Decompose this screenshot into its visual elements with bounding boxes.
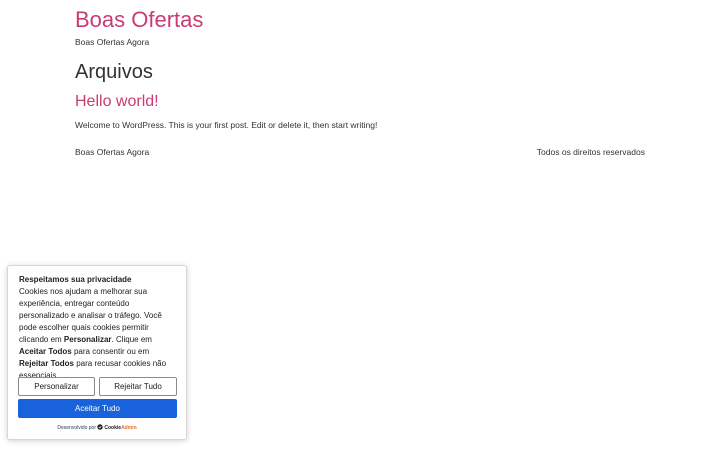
cookie-consent-banner: Respeitamos sua privacidade Cookies nos … <box>7 265 187 440</box>
powered-by-label: Desenvolvido por <box>57 425 96 431</box>
footer-copyright: Todos os direitos reservados <box>536 147 645 157</box>
footer-site-name: Boas Ofertas Agora <box>75 147 150 157</box>
cookie-text-bold-reject: Rejeitar Todos <box>19 359 74 368</box>
customize-cookies-button[interactable]: Personalizar <box>18 377 95 396</box>
cookie-banner-description: Cookies nos ajudam a melhorar sua experi… <box>19 286 179 382</box>
archive-title: Arquivos <box>75 61 153 83</box>
cookie-banner-heading: Respeitamos sua privacidade <box>19 275 132 284</box>
cookie-text-bold-customize: Personalizar <box>63 335 112 344</box>
post-title-link[interactable]: Hello world! <box>75 91 159 112</box>
site-title[interactable]: Boas Ofertas <box>75 6 203 34</box>
powered-by: Desenvolvido por CookieAdmin <box>8 424 186 432</box>
cookie-admin-brand-part1[interactable]: Cookie <box>104 425 121 431</box>
cookie-text-part: . Clique em <box>111 335 152 344</box>
cookie-text-bold-accept: Aceitar Todos <box>19 347 72 356</box>
cookie-admin-brand-part2[interactable]: Admin <box>121 425 137 431</box>
cookie-text-part: para consentir ou em <box>71 347 150 356</box>
reject-all-cookies-button[interactable]: Rejeitar Tudo <box>99 377 177 396</box>
accept-all-cookies-button[interactable]: Aceitar Tudo <box>18 399 177 418</box>
site-tagline: Boas Ofertas Agora <box>75 37 150 47</box>
post-excerpt: Welcome to WordPress. This is your first… <box>75 120 378 130</box>
page: Boas Ofertas Boas Ofertas Agora Arquivos… <box>0 0 720 450</box>
cookieyes-shield-icon <box>97 424 104 430</box>
